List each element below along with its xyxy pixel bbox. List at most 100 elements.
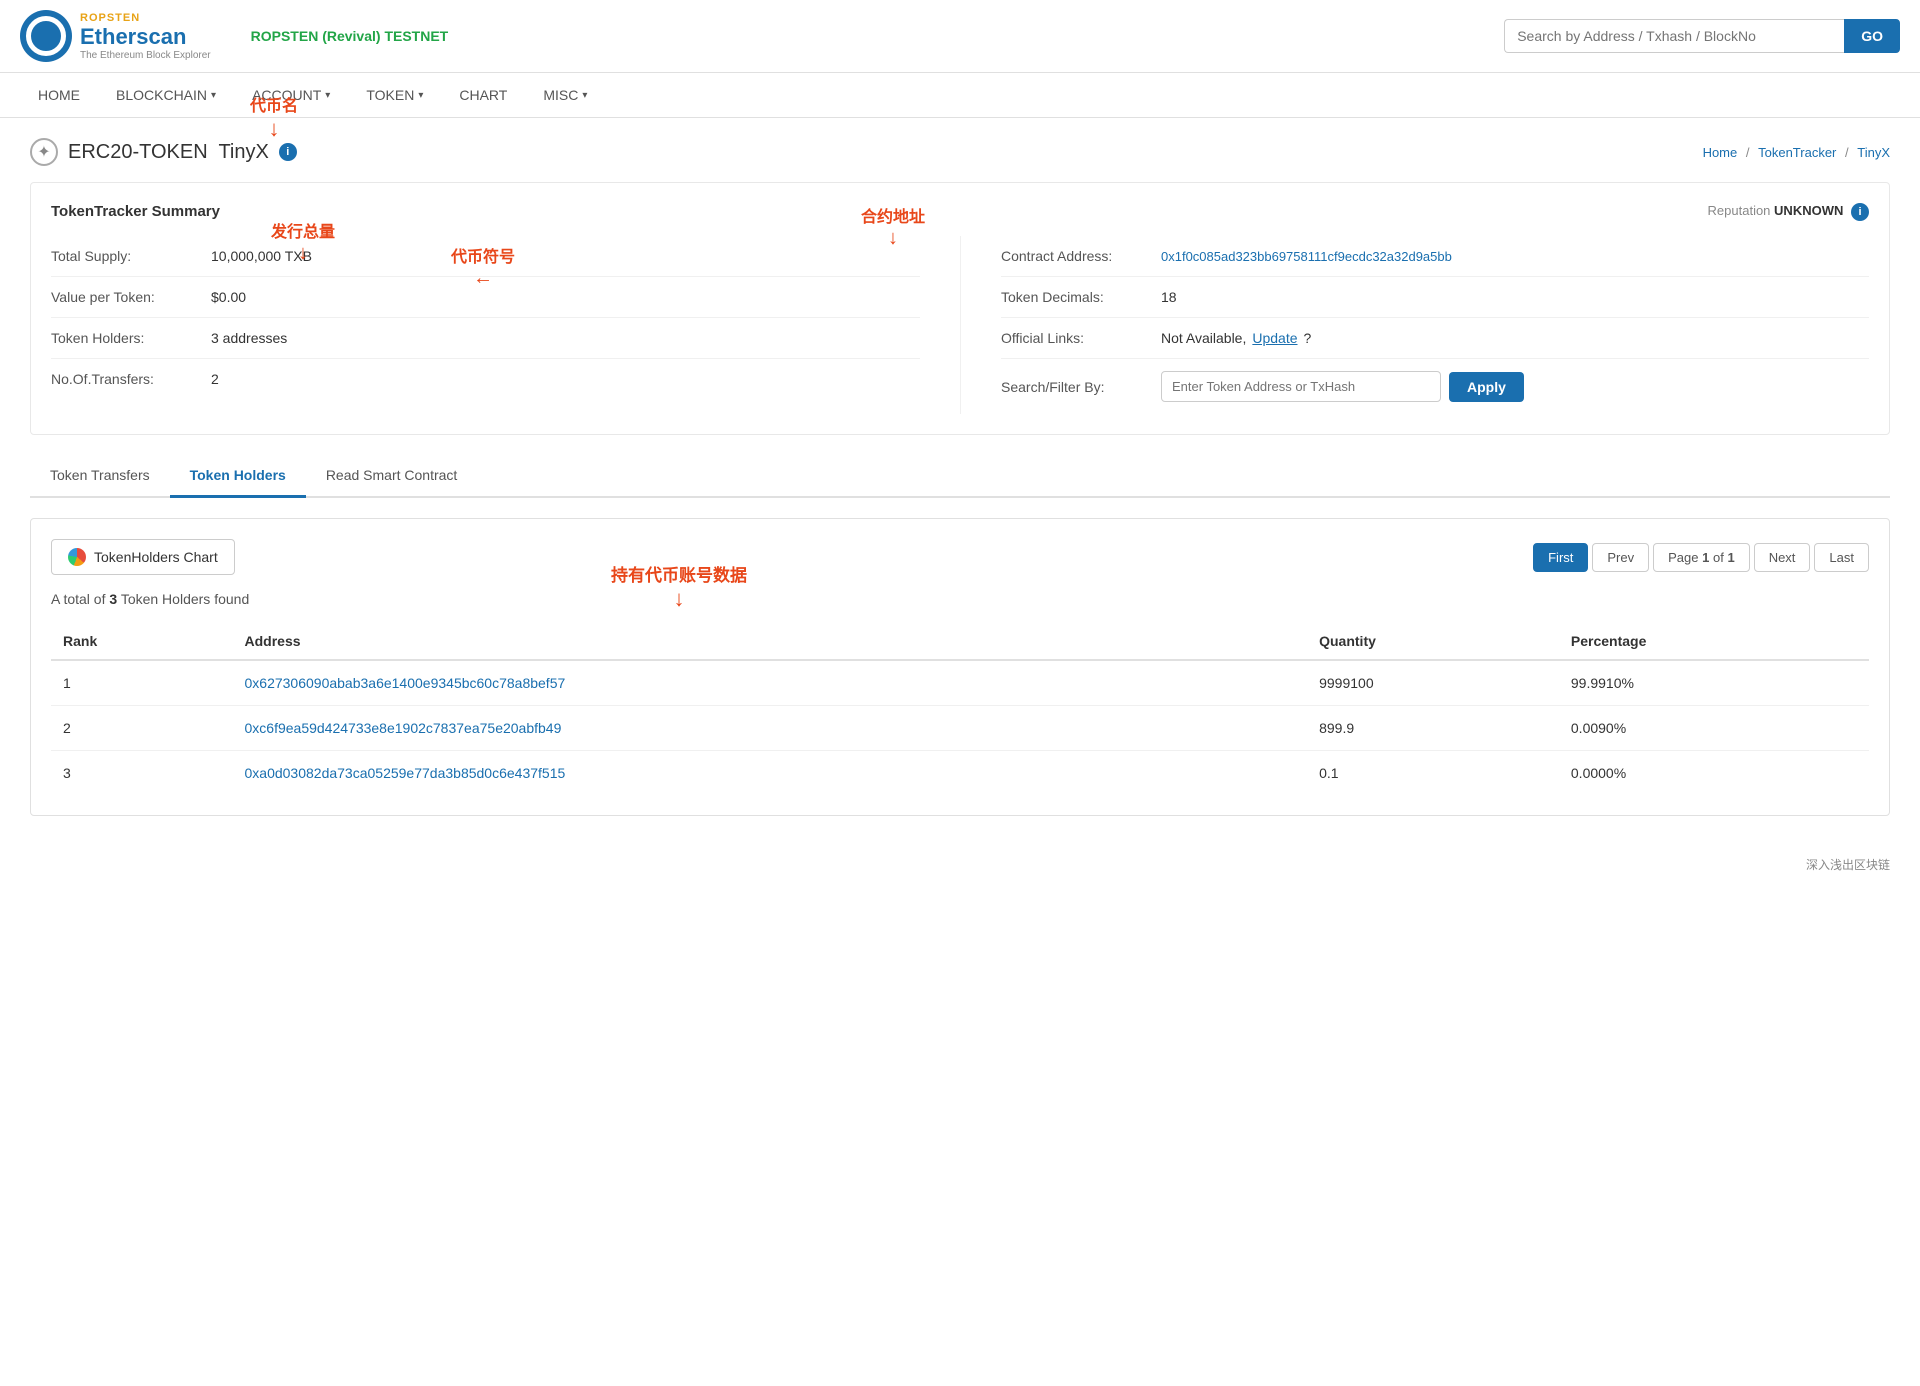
cell-rank: 3	[51, 751, 233, 796]
cell-quantity: 0.1	[1307, 751, 1559, 796]
first-page-button[interactable]: First	[1533, 543, 1588, 572]
network-badge: ROPSTEN (Revival) TESTNET	[251, 28, 449, 44]
col-percentage: Percentage	[1559, 623, 1869, 660]
cell-address: 0xa0d03082da73ca05259e77da3b85d0c6e437f5…	[233, 751, 1308, 796]
summary-right: Contract Address: 0x1f0c085ad323bb697581…	[960, 236, 1869, 414]
chart-button[interactable]: TokenHolders Chart	[51, 539, 235, 575]
last-page-button[interactable]: Last	[1814, 543, 1869, 572]
summary-row-decimals: Token Decimals: 18	[1001, 277, 1869, 318]
tab-read-smart-contract[interactable]: Read Smart Contract	[306, 455, 478, 498]
reputation-info-icon[interactable]: i	[1851, 203, 1869, 221]
cell-percentage: 0.0000%	[1559, 751, 1869, 796]
official-links-value: Not Available, Update ?	[1161, 330, 1311, 346]
filter-area: Apply	[1161, 371, 1524, 402]
apply-button[interactable]: Apply	[1449, 372, 1524, 402]
annotation-contract-address: 合约地址 ↓	[861, 203, 925, 250]
page-title-row: ✦ ERC20-TOKEN TinyX i	[30, 138, 297, 166]
page-content: ✦ ERC20-TOKEN TinyX i Home / TokenTracke…	[0, 118, 1920, 836]
count-row: A total of 3 Token Holders found 持有代币账号数…	[51, 591, 1869, 607]
chevron-down-icon: ▾	[418, 90, 423, 101]
breadcrumb: Home / TokenTracker / TinyX	[1703, 145, 1890, 160]
breadcrumb-area: ✦ ERC20-TOKEN TinyX i Home / TokenTracke…	[30, 138, 1890, 166]
annotation-token-symbol: 代币符号 ←	[451, 243, 515, 290]
nav-item-token[interactable]: TOKEN ▾	[348, 73, 441, 117]
reputation-badge: Reputation UNKNOWN i	[1708, 203, 1869, 221]
table-row: 2 0xc6f9ea59d424733e8e1902c7837ea75e20ab…	[51, 706, 1869, 751]
page-title: ERC20-TOKEN TinyX	[68, 141, 269, 164]
brand-name: Etherscan	[80, 24, 211, 50]
search-button[interactable]: GO	[1844, 19, 1900, 53]
breadcrumb-home[interactable]: Home	[1703, 145, 1738, 160]
address-link[interactable]: 0xc6f9ea59d424733e8e1902c7837ea75e20abfb…	[245, 720, 562, 736]
table-row: 1 0x627306090abab3a6e1400e9345bc60c78a8b…	[51, 660, 1869, 706]
token-holders-value: 3 addresses	[211, 330, 287, 346]
next-page-button[interactable]: Next	[1754, 543, 1811, 572]
footer: 深入浅出区块链	[0, 836, 1920, 883]
logo-icon	[20, 10, 72, 62]
token-decimals-value: 18	[1161, 289, 1177, 305]
header: ROPSTEN Etherscan The Ethereum Block Exp…	[0, 0, 1920, 73]
col-address: Address	[233, 623, 1308, 660]
ropsten-label: ROPSTEN	[80, 12, 211, 24]
nav-item-misc[interactable]: MISC ▾	[525, 73, 605, 117]
annotation-token-name: 代币名 ↓	[250, 92, 298, 142]
tab-token-holders[interactable]: Token Holders	[170, 455, 306, 498]
summary-row-filter: Search/Filter By: Apply	[1001, 359, 1869, 414]
pie-chart-icon	[68, 548, 86, 566]
nav-item-blockchain[interactable]: BLOCKCHAIN ▾	[98, 73, 234, 117]
table-row: 3 0xa0d03082da73ca05259e77da3b85d0c6e437…	[51, 751, 1869, 796]
cell-quantity: 899.9	[1307, 706, 1559, 751]
col-rank: Rank	[51, 623, 233, 660]
info-icon[interactable]: i	[279, 143, 297, 161]
annotation-holders-data: 持有代币账号数据 ↓	[611, 561, 747, 612]
col-quantity: Quantity	[1307, 623, 1559, 660]
tabs-row: Token Transfers Token Holders Read Smart…	[30, 455, 1890, 498]
filter-input[interactable]	[1161, 371, 1441, 402]
cell-percentage: 99.9910%	[1559, 660, 1869, 706]
logo-area: ROPSTEN Etherscan The Ethereum Block Exp…	[20, 10, 211, 62]
cell-percentage: 0.0090%	[1559, 706, 1869, 751]
address-link[interactable]: 0x627306090abab3a6e1400e9345bc60c78a8bef…	[245, 675, 566, 691]
breadcrumb-token-tracker[interactable]: TokenTracker	[1758, 145, 1836, 160]
chevron-down-icon: ▾	[325, 90, 330, 101]
holders-toolbar: TokenHolders Chart First Prev Page 1 of …	[51, 539, 1869, 575]
nav-item-home[interactable]: HOME	[20, 73, 98, 117]
contract-address-link[interactable]: 0x1f0c085ad323bb69758111cf9ecdc32a32d9a5…	[1161, 249, 1452, 264]
pagination: First Prev Page 1 of 1 Next Last	[1533, 543, 1869, 572]
cell-address: 0xc6f9ea59d424733e8e1902c7837ea75e20abfb…	[233, 706, 1308, 751]
cell-rank: 2	[51, 706, 233, 751]
summary-row-transfers: No.Of.Transfers: 2	[51, 359, 920, 399]
token-icon: ✦	[30, 138, 58, 166]
summary-row-contract: Contract Address: 0x1f0c085ad323bb697581…	[1001, 236, 1869, 277]
cell-rank: 1	[51, 660, 233, 706]
brand-sub: The Ethereum Block Explorer	[80, 50, 211, 61]
footer-label: 深入浅出区块链	[1806, 858, 1890, 872]
prev-page-button[interactable]: Prev	[1592, 543, 1649, 572]
logo-text: ROPSTEN Etherscan The Ethereum Block Exp…	[80, 12, 211, 61]
chevron-down-icon: ▾	[582, 90, 587, 101]
holders-table-body: 1 0x627306090abab3a6e1400e9345bc60c78a8b…	[51, 660, 1869, 795]
summary-row-official-links: Official Links: Not Available, Update ?	[1001, 318, 1869, 359]
transfers-value: 2	[211, 371, 219, 387]
value-per-token: $0.00	[211, 289, 246, 305]
holders-table-head: Rank Address Quantity Percentage	[51, 623, 1869, 660]
search-area: GO	[1504, 19, 1900, 53]
summary-section: TokenTracker Summary Reputation UNKNOWN …	[30, 182, 1890, 435]
summary-row-token-holders: Token Holders: 3 addresses	[51, 318, 920, 359]
holders-count: A total of 3 Token Holders found	[51, 591, 1869, 607]
breadcrumb-current[interactable]: TinyX	[1857, 145, 1890, 160]
nav-item-chart[interactable]: CHART	[441, 73, 525, 117]
cell-address: 0x627306090abab3a6e1400e9345bc60c78a8bef…	[233, 660, 1308, 706]
address-link[interactable]: 0xa0d03082da73ca05259e77da3b85d0c6e437f5…	[245, 765, 566, 781]
holders-section: TokenHolders Chart First Prev Page 1 of …	[30, 518, 1890, 816]
cell-quantity: 9999100	[1307, 660, 1559, 706]
holders-table: Rank Address Quantity Percentage 1 0x627…	[51, 623, 1869, 795]
page-info: Page 1 of 1	[1653, 543, 1750, 572]
tab-token-transfers[interactable]: Token Transfers	[30, 455, 170, 498]
chevron-down-icon: ▾	[211, 90, 216, 101]
update-link[interactable]: Update	[1252, 330, 1297, 346]
search-input[interactable]	[1504, 19, 1844, 53]
table-header-row: Rank Address Quantity Percentage	[51, 623, 1869, 660]
token-name[interactable]: TinyX	[218, 141, 268, 163]
annotation-total-supply: 发行总量 ↓	[271, 218, 335, 265]
